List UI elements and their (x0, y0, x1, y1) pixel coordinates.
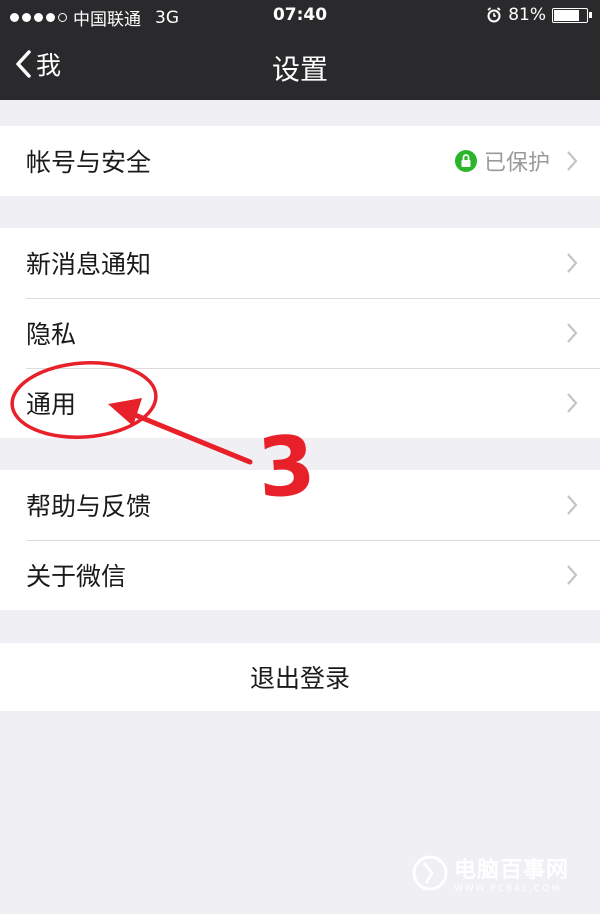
account-group: 帐号与安全 已保护 (0, 126, 600, 196)
watermark-text: 电脑百事网 WWW.PC841.COM (454, 852, 569, 894)
lock-icon (454, 150, 477, 172)
list-item-label: 隐私 (26, 320, 77, 349)
list-item-label: 新消息通知 (26, 250, 152, 279)
battery-icon (552, 7, 592, 23)
page-title: 设置 (271, 53, 328, 86)
settings-group-2: 新消息通知 隐私 通用 (0, 228, 600, 438)
privacy-item[interactable]: 隐私 (0, 298, 600, 368)
watermark-main: 电脑百事网 (454, 858, 570, 883)
account-status: 已保护 (454, 145, 550, 177)
battery-percent: 81% (508, 5, 546, 25)
watermark: 电脑百事网 WWW.PC841.COM (412, 852, 569, 894)
about-wechat-item[interactable]: 关于微信 (0, 540, 600, 610)
chevron-right-icon (567, 323, 578, 343)
chevron-right-icon (567, 393, 578, 413)
watermark-logo-icon (412, 855, 448, 891)
chevron-right-icon (567, 253, 578, 273)
annotation-step-number: 3 (254, 418, 319, 517)
list-item-label: 关于微信 (26, 562, 127, 591)
status-bar: 中国联通 3G 07:40 81% (0, 0, 600, 32)
chevron-right-icon (567, 565, 578, 585)
status-bar-right: 81% (486, 5, 592, 25)
new-message-notification-item[interactable]: 新消息通知 (0, 228, 600, 298)
list-item-label: 通用 (26, 390, 77, 419)
chevron-right-icon (567, 495, 578, 515)
chevron-right-icon (567, 151, 578, 171)
watermark-sub: WWW.PC841.COM (454, 884, 562, 894)
account-status-label: 已保护 (483, 151, 550, 176)
navigation-bar: 我 设置 (0, 32, 600, 100)
logout-group: 退出登录 (0, 643, 600, 711)
logout-button[interactable]: 退出登录 (0, 643, 600, 711)
account-security-label: 帐号与安全 (26, 148, 152, 177)
account-security-item[interactable]: 帐号与安全 已保护 (0, 126, 600, 196)
alarm-icon (487, 7, 501, 23)
list-item-label: 帮助与反馈 (26, 492, 152, 521)
